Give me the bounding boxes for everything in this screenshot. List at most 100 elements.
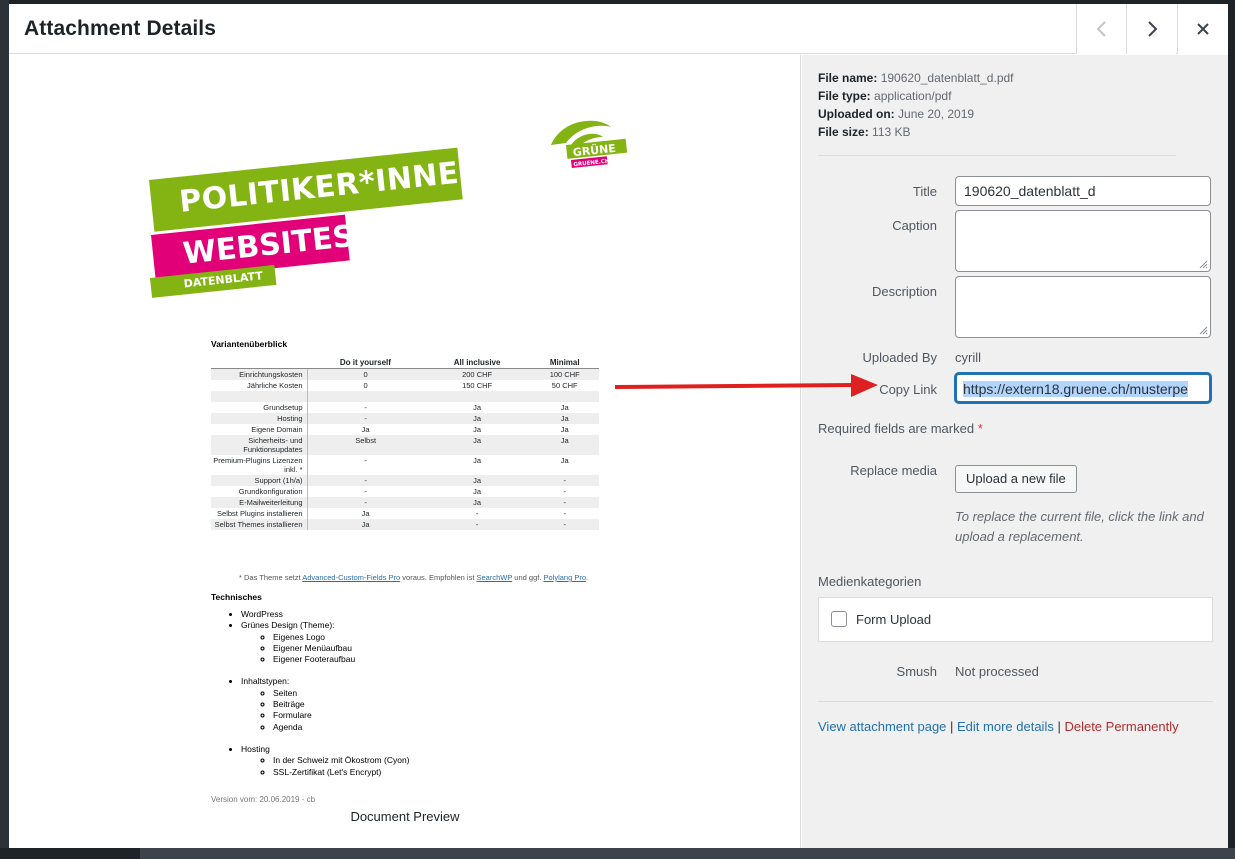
chevron-left-icon: [1096, 21, 1106, 37]
required-note: Required fields are marked *: [818, 421, 983, 436]
table-row: Grundkonfiguration - Ja -: [211, 486, 599, 497]
table-cell: Jährliche Kosten: [247, 381, 303, 390]
smush-label: Smush: [896, 664, 937, 679]
table-cell: 150 CHF: [462, 381, 493, 390]
table-row: Support (1h/a) - Ja -: [211, 475, 599, 486]
table-row: [211, 391, 599, 402]
table-cell: [423, 391, 531, 402]
uploaded-by-label: Uploaded By: [862, 350, 937, 365]
media-categories-title: Medienkategorien: [818, 574, 922, 589]
table-cell: Ja: [423, 435, 531, 455]
table-cell: -: [530, 497, 599, 508]
replace-media-label: Replace media: [850, 463, 937, 478]
table-cell: Ja: [473, 456, 482, 465]
delete-permanently-link[interactable]: Delete Permanently: [1064, 719, 1178, 734]
table-cell: Selbst Plugins installieren: [217, 509, 303, 518]
edit-details-link[interactable]: Edit more details: [957, 719, 1054, 734]
table-cell: -: [563, 509, 566, 518]
resize-handle-icon[interactable]: [1198, 259, 1208, 269]
table-cell: -: [475, 509, 479, 518]
previous-button[interactable]: [1076, 4, 1126, 54]
table-cell: -: [530, 519, 599, 530]
table-cell: Ja: [560, 403, 569, 412]
admin-backdrop: [0, 0, 9, 859]
table-cell: 0: [306, 368, 424, 380]
smush-status: Not processed: [955, 664, 1039, 679]
table-row: Jährliche Kosten 0 150 CHF 50 CHF: [211, 380, 599, 391]
description-textarea[interactable]: [955, 276, 1211, 338]
table-cell: [306, 391, 424, 402]
resize-handle-icon[interactable]: [1198, 325, 1208, 335]
table-cell: 0: [306, 380, 424, 391]
caption-label: Caption: [892, 218, 937, 233]
table-cell: Premium-Plugins Lizenzen inkl. *: [213, 456, 303, 474]
document-preview-label: Document Preview: [350, 809, 460, 824]
table-row: Grundsetup - Ja Ja: [211, 402, 599, 413]
table-cell: -: [563, 487, 566, 496]
table-cell: Ja: [560, 456, 569, 465]
media-categories-box: Form Upload: [818, 597, 1213, 642]
table-row: Hosting - Ja Ja: [211, 413, 599, 424]
view-attachment-link[interactable]: View attachment page: [818, 719, 946, 734]
table-cell: 200 CHF: [423, 368, 531, 380]
tech-list: WordPress Grünes Design (Theme): Eigenes…: [211, 609, 410, 778]
table-cell: -: [306, 475, 424, 486]
table-row: Selbst Plugins installieren Ja - -: [211, 508, 599, 519]
next-button[interactable]: [1126, 4, 1176, 54]
form-upload-checkbox[interactable]: [831, 611, 847, 627]
footnote: * Das Theme setzt Advanced-Custom-Fields…: [239, 573, 589, 582]
overview-title: Variantenüberblick: [211, 339, 288, 349]
table-cell: Ja: [473, 425, 482, 434]
table-cell: [211, 391, 307, 402]
attachment-modal: Attachment Details GRÜNE GRUENE.CH POLIT…: [9, 4, 1228, 848]
document-preview-pane: GRÜNE GRUENE.CH POLITIKER*INNEN WEBSITES…: [9, 55, 801, 848]
divider: [818, 701, 1213, 702]
table-row: Einrichtungskosten 0 200 CHF 100 CHF: [211, 368, 599, 380]
file-info: File name: 190620_datenblatt_d.pdf File …: [818, 71, 1014, 139]
attachment-details-panel: File name: 190620_datenblatt_d.pdf File …: [802, 55, 1228, 848]
caption-textarea[interactable]: [955, 210, 1211, 272]
table-row: E-Mailweiterleitung - Ja -: [211, 497, 599, 508]
table-cell: Ja: [473, 487, 482, 496]
table-cell: Eigene Domain: [251, 425, 303, 434]
table-cell: Ja: [560, 425, 569, 434]
tech-title: Technisches: [211, 592, 262, 602]
modal-header: Attachment Details: [9, 4, 1228, 54]
admin-backdrop-bottom: [0, 848, 1235, 859]
upload-new-file-button[interactable]: Upload a new file: [955, 465, 1077, 493]
table-cell: -: [306, 497, 424, 508]
close-button[interactable]: [1177, 4, 1228, 54]
table-row: Premium-Plugins Lizenzen inkl. * - Ja Ja: [211, 455, 599, 475]
attachment-actions: View attachment page | Edit more details…: [818, 719, 1179, 734]
table-cell: Sicherheits- und Funktionsupdates: [211, 435, 307, 455]
uploaded-date: June 20, 2019: [898, 107, 975, 121]
table-cell: Grundsetup: [263, 403, 303, 412]
table-cell: -: [423, 519, 531, 530]
table-cell: Selbst Themes installieren: [211, 519, 307, 530]
table-cell: -: [306, 455, 424, 475]
table-cell: -: [306, 413, 424, 424]
uploaded-by-value: cyrill: [955, 350, 981, 365]
table-cell: Hosting: [211, 413, 307, 424]
table-cell: Ja: [530, 435, 599, 455]
table-cell: Ja: [530, 413, 599, 424]
table-cell: [530, 391, 599, 402]
table-cell: 100 CHF: [530, 368, 599, 380]
table-cell: Einrichtungskosten: [211, 368, 307, 380]
title-input[interactable]: 190620_datenblatt_d: [955, 176, 1211, 206]
table-cell: Ja: [306, 508, 424, 519]
file-size: 113 KB: [872, 125, 911, 139]
table-row: Sicherheits- und Funktionsupdates Selbst J…: [211, 435, 599, 455]
variants-table: Do it yourself All inclusive Minimal Ein…: [211, 357, 599, 530]
table-cell: Ja: [423, 413, 531, 424]
description-label: Description: [871, 284, 937, 299]
file-name: 190620_datenblatt_d.pdf: [880, 71, 1014, 85]
form-upload-label[interactable]: Form Upload: [856, 612, 931, 627]
table-cell: -: [306, 486, 424, 497]
table-cell: Support (1h/a): [211, 475, 307, 486]
copy-link-input[interactable]: https://extern18.gruene.ch/musterpe: [955, 373, 1211, 403]
table-cell: E-Mailweiterleitung: [211, 497, 307, 508]
modal-title: Attachment Details: [24, 17, 217, 40]
chevron-right-icon: [1147, 21, 1157, 37]
table-cell: -: [530, 475, 599, 486]
